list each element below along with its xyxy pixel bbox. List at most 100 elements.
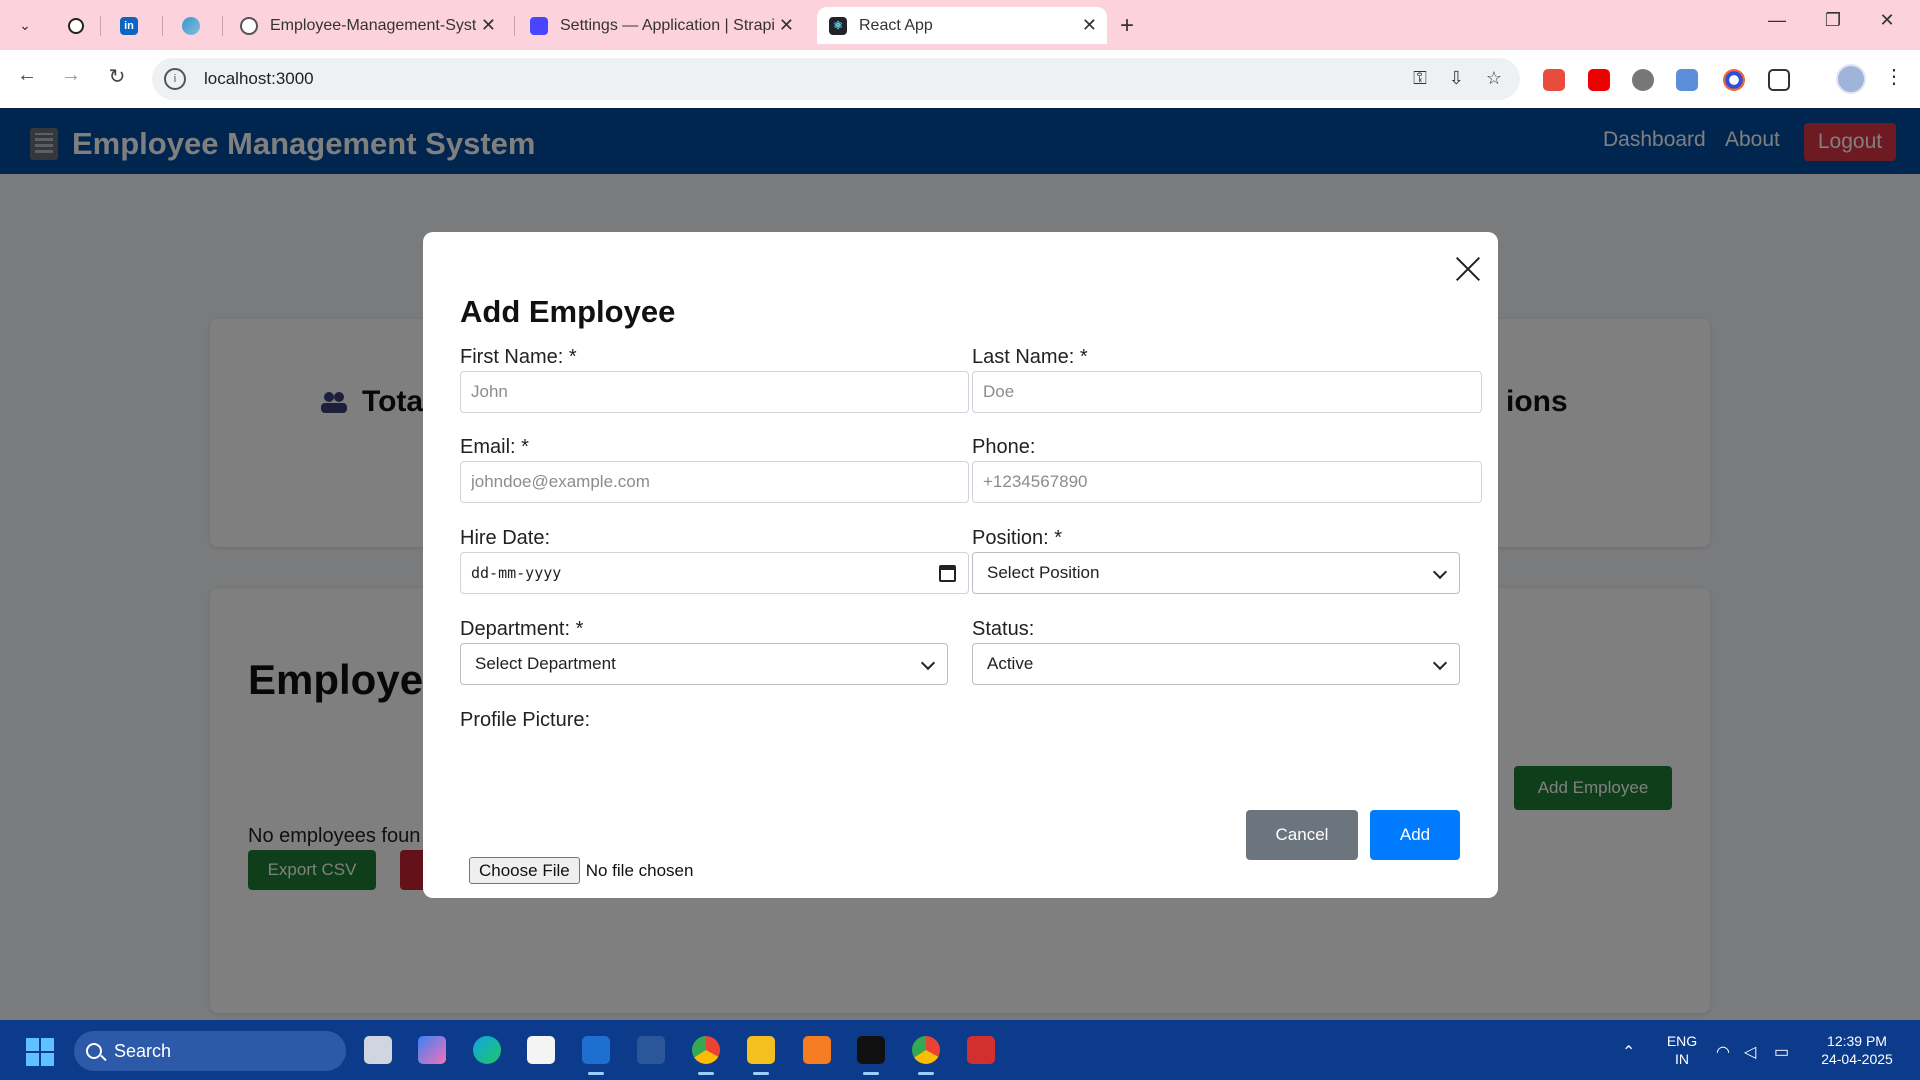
acrobat-icon[interactable] [967, 1036, 995, 1064]
email-field[interactable] [460, 461, 969, 503]
tab-openai[interactable] [56, 7, 96, 44]
copilot-app-icon[interactable] [418, 1036, 446, 1064]
profile-avatar[interactable] [1836, 64, 1866, 94]
extension-tab-icon[interactable] [1676, 69, 1698, 91]
page-viewport: Employee Management System Dashboard Abo… [0, 108, 1920, 1020]
window-close-icon[interactable]: ✕ [1872, 10, 1902, 31]
first-name-label: First Name: * [460, 346, 577, 368]
github-icon [240, 16, 258, 35]
phone-field[interactable] [972, 461, 1482, 503]
chevron-down-icon [920, 655, 936, 671]
file-explorer-icon[interactable] [747, 1036, 775, 1075]
language-indicator[interactable]: ENG IN [1664, 1032, 1700, 1068]
close-icon[interactable] [1453, 254, 1483, 284]
tab-search-icon[interactable]: ⌄ [12, 12, 38, 38]
terminal-app-icon[interactable] [857, 1036, 885, 1075]
status-selected: Active [987, 654, 1034, 673]
hire-date-label: Hire Date: [460, 527, 551, 549]
chevron-down-icon [1432, 564, 1448, 580]
copilot-icon [182, 16, 200, 35]
browser-toolbar: ← → ↻ i localhost:3000 ⚿ ⇩ ☆ ⋮ [0, 50, 1920, 108]
add-button[interactable]: Add [1370, 810, 1460, 860]
linkedin-icon: in [120, 16, 138, 35]
minimize-icon[interactable]: — [1762, 10, 1792, 31]
edge-icon[interactable] [473, 1036, 501, 1064]
task-view-icon[interactable] [364, 1036, 392, 1064]
time-label: 12:39 PM [1827, 1033, 1887, 1049]
language-label: ENG [1666, 1033, 1698, 1049]
tab-github[interactable]: Employee-Management-Systen ✕ [228, 7, 506, 44]
profile-picture-input[interactable]: Choose File No file chosen [469, 857, 693, 884]
forward-icon[interactable]: → [56, 64, 86, 87]
extension-youtube-icon[interactable] [1588, 69, 1610, 91]
chrome-active-icon[interactable] [912, 1036, 940, 1075]
restore-icon[interactable]: ❐ [1818, 10, 1848, 31]
store-icon[interactable] [527, 1036, 555, 1064]
windows-start-icon[interactable] [26, 1038, 54, 1066]
status-label: Status: [972, 618, 1035, 640]
profile-picture-label: Profile Picture: [460, 709, 591, 731]
search-icon [86, 1043, 102, 1059]
modal-title: Add Employee [460, 294, 676, 329]
clock[interactable]: 12:39 PM 24-04-2025 [1810, 1032, 1904, 1068]
date-label: 24-04-2025 [1821, 1051, 1893, 1067]
tab-title: React App [859, 16, 933, 34]
close-tab-icon[interactable]: ✕ [779, 15, 794, 36]
cancel-button[interactable]: Cancel [1246, 810, 1358, 860]
tab-divider [162, 16, 163, 36]
status-select[interactable]: Active [972, 643, 1460, 685]
calendar-icon[interactable] [939, 565, 956, 582]
position-selected: Select Position [987, 563, 1100, 582]
extensions-puzzle-icon[interactable] [1768, 69, 1790, 91]
tab-strapi[interactable]: Settings — Application | Strapi ✕ [518, 7, 804, 44]
back-icon[interactable]: ← [12, 64, 42, 87]
bookmark-star-icon[interactable]: ☆ [1486, 68, 1502, 89]
volume-icon[interactable]: ◁ [1744, 1042, 1756, 1062]
tab-react-app[interactable]: ⚛ React App ✕ [817, 7, 1107, 44]
department-select[interactable]: Select Department [460, 643, 948, 685]
tab-title: Employee-Management-Systen [270, 16, 476, 34]
chevron-down-icon [1432, 655, 1448, 671]
install-app-icon[interactable]: ⇩ [1449, 68, 1464, 89]
chrome-icon[interactable] [692, 1036, 720, 1075]
xampp-icon[interactable] [803, 1036, 831, 1064]
word-icon[interactable] [637, 1036, 665, 1064]
browser-menu-icon[interactable]: ⋮ [1884, 64, 1904, 89]
department-label: Department: * [460, 618, 584, 640]
address-bar[interactable]: i localhost:3000 ⚿ ⇩ ☆ [152, 58, 1520, 100]
position-label: Position: * [972, 527, 1063, 549]
vscode-icon[interactable] [582, 1036, 610, 1075]
tab-divider [100, 16, 101, 36]
close-tab-icon[interactable]: ✕ [1082, 15, 1097, 36]
wifi-icon[interactable]: ◠ [1716, 1042, 1730, 1062]
tab-divider [514, 16, 515, 36]
choose-file-button[interactable]: Choose File [469, 857, 580, 884]
close-tab-icon[interactable]: ✕ [481, 15, 496, 36]
reload-icon[interactable]: ↻ [102, 64, 132, 89]
last-name-field[interactable] [972, 371, 1482, 413]
browser-tab-bar: ⌄ in Employee-Management-Systen ✕ Settin… [0, 0, 1920, 50]
extension-color-icon[interactable] [1723, 69, 1745, 91]
phone-label: Phone: [972, 436, 1036, 458]
react-icon: ⚛ [829, 16, 847, 35]
hire-date-field[interactable]: dd-mm-yyyy [460, 552, 969, 594]
first-name-field[interactable] [460, 371, 969, 413]
site-info-icon[interactable]: i [164, 68, 186, 90]
department-selected: Select Department [475, 654, 616, 673]
position-select[interactable]: Select Position [972, 552, 1460, 594]
taskbar-search[interactable]: Search [74, 1031, 346, 1071]
extension-translate-icon[interactable] [1543, 69, 1565, 91]
new-tab-icon[interactable]: + [1120, 12, 1134, 40]
tab-title: Settings — Application | Strapi [560, 16, 775, 34]
add-employee-modal: Add Employee First Name: * Last Name: * … [423, 232, 1498, 898]
battery-icon[interactable]: ▭ [1774, 1042, 1789, 1062]
openai-icon [68, 17, 84, 34]
tab-linkedin[interactable]: in [108, 7, 148, 44]
windows-taskbar: Search ⌃ ENG IN ◠ ◁ ▭ 12:39 PM 24-04-202… [0, 1020, 1920, 1080]
password-key-icon[interactable]: ⚿ [1413, 68, 1427, 89]
tray-overflow-icon[interactable]: ⌃ [1622, 1042, 1635, 1062]
tab-copilot[interactable] [170, 7, 210, 44]
url-text: localhost:3000 [204, 69, 314, 88]
taskbar-search-label: Search [114, 1040, 172, 1061]
extension-grammarly-icon[interactable] [1632, 69, 1654, 91]
